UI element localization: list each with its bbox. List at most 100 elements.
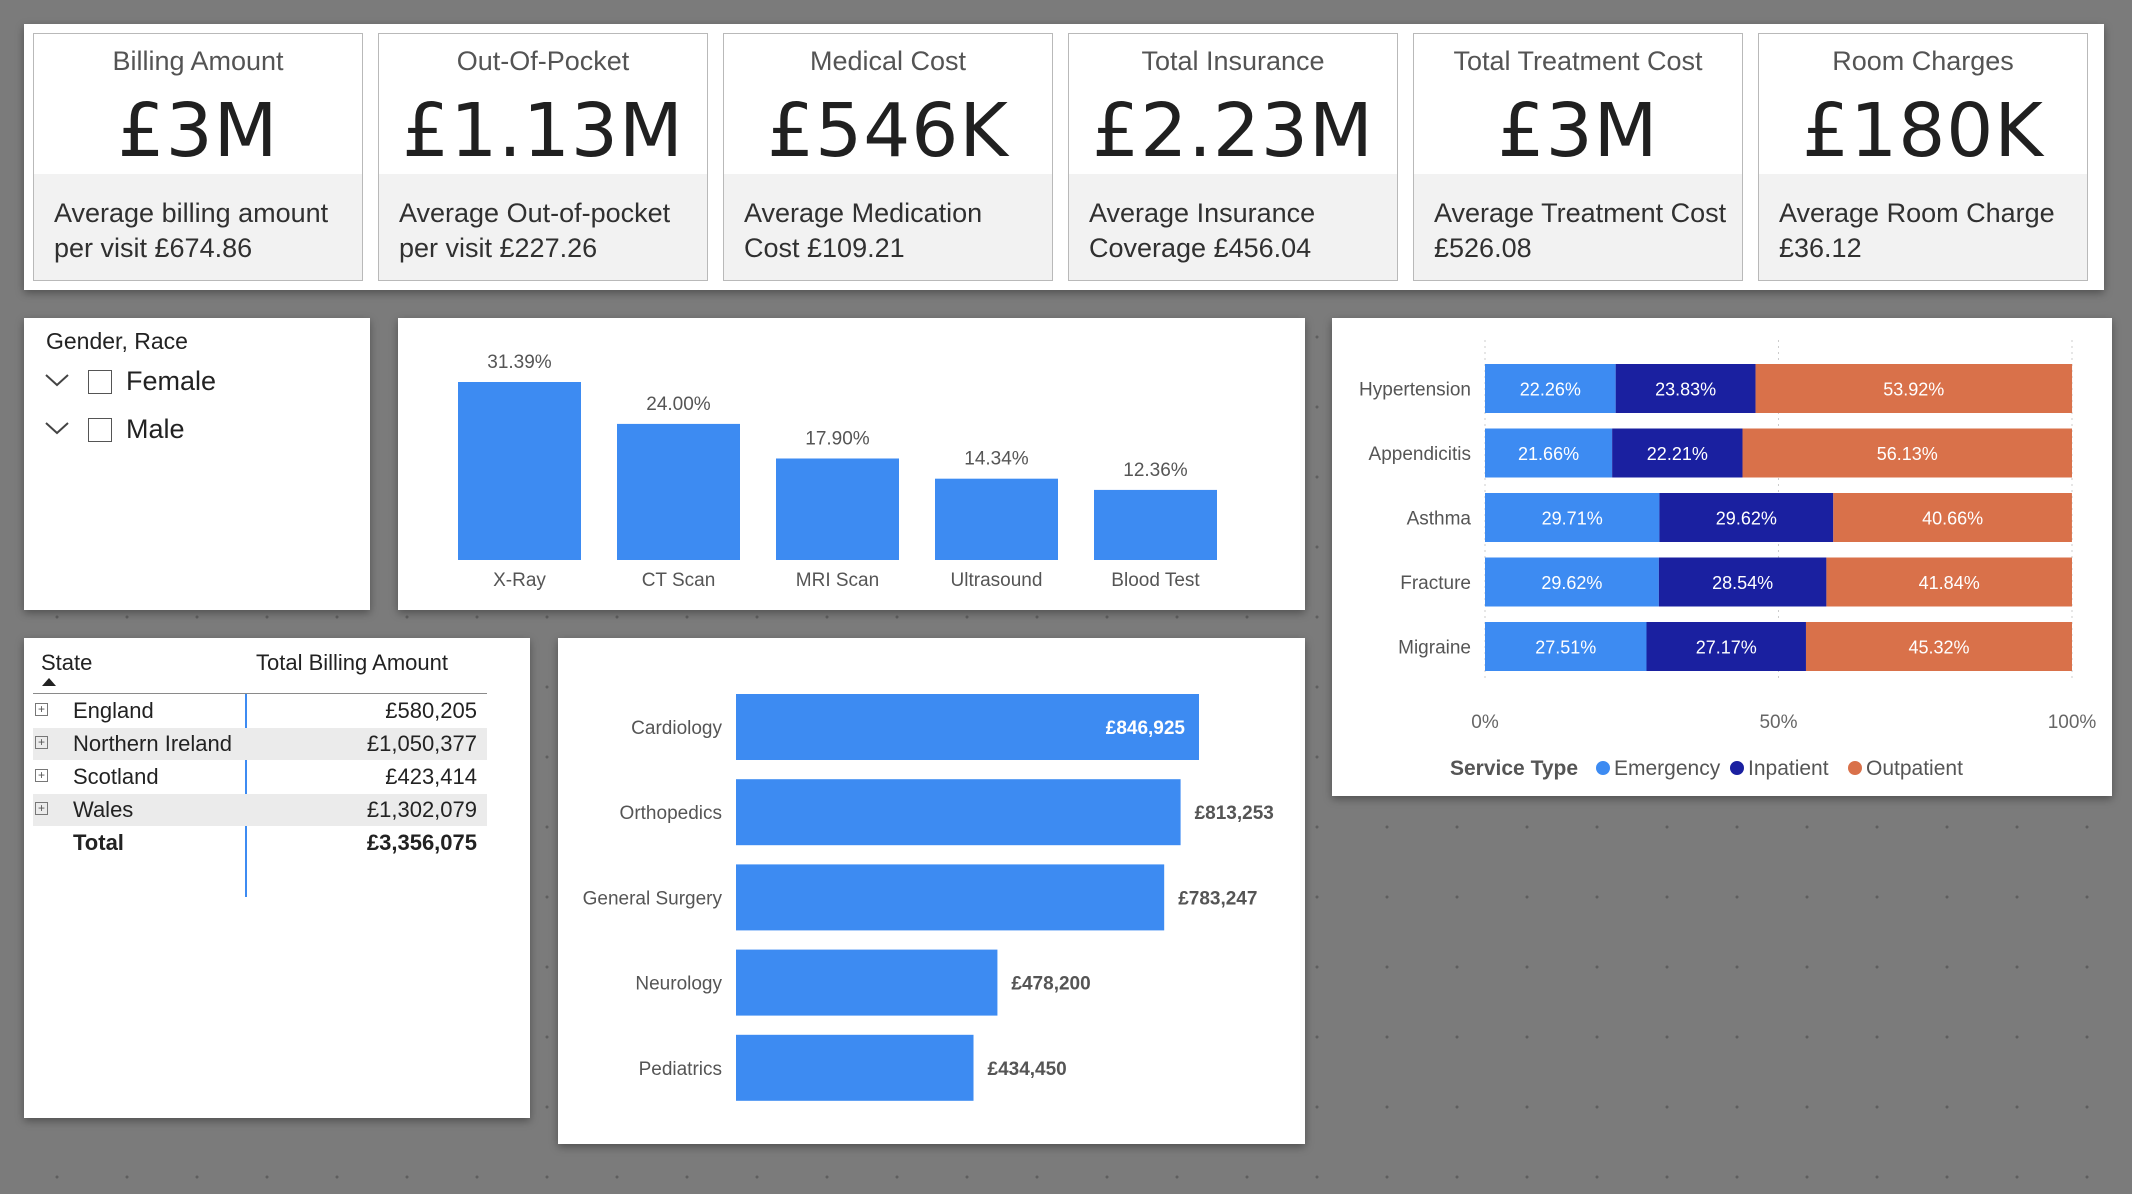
legend-marker — [1730, 761, 1744, 775]
table-total-row: Total £3,356,075 — [33, 827, 487, 859]
data-label: £813,253 — [1195, 803, 1274, 824]
data-label: 41.84% — [1919, 573, 1980, 593]
column-bar[interactable] — [935, 478, 1058, 560]
kpi-card-footer: Average Room Charge £36.12 — [1759, 174, 2087, 280]
data-label: 45.32% — [1908, 638, 1969, 658]
data-label: 53.92% — [1883, 380, 1944, 400]
kpi-card-medical-cost[interactable]: Medical Cost £546K Average Medication Co… — [723, 33, 1053, 281]
kpi-subtitle-line: per visit £227.26 — [399, 233, 598, 263]
data-label: 27.51% — [1535, 638, 1596, 658]
category-label: Asthma — [1407, 509, 1472, 530]
category-label: MRI Scan — [796, 570, 879, 591]
category-label: General Surgery — [583, 888, 723, 909]
kpi-card-footer: Average Out-of-pocket per visit £227.26 — [379, 174, 707, 280]
table-row[interactable]: + Northern Ireland £1,050,377 — [33, 728, 487, 760]
data-label: 22.21% — [1647, 444, 1708, 464]
kpi-card-footer: Average Insurance Coverage £456.04 — [1069, 174, 1397, 280]
table-row[interactable]: + England £580,205 — [33, 695, 487, 727]
data-label: 28.54% — [1712, 573, 1773, 593]
kpi-subtitle-line: Average Room Charge — [1779, 198, 2055, 228]
matrix-state-cell: Wales — [73, 797, 134, 822]
kpi-card-total-treatment-cost[interactable]: Total Treatment Cost £3M Average Treatme… — [1413, 33, 1743, 281]
category-label: Fracture — [1400, 573, 1471, 594]
expand-icon[interactable]: + — [35, 769, 48, 782]
data-label: 17.90% — [805, 428, 870, 449]
data-label: 27.17% — [1696, 638, 1757, 658]
sort-ascending-icon[interactable] — [41, 677, 57, 687]
table-row[interactable]: + Scotland £423,414 — [33, 761, 487, 793]
kpi-card-header: Room Charges £180K — [1759, 34, 2087, 175]
matrix-total-label: Total — [73, 830, 124, 855]
kpi-card-total-insurance[interactable]: Total Insurance £2.23M Average Insurance… — [1068, 33, 1398, 281]
column-bar[interactable] — [458, 382, 581, 560]
bar[interactable] — [736, 1034, 974, 1101]
category-label: Appendicitis — [1369, 444, 1471, 465]
bar[interactable] — [736, 949, 998, 1016]
matrix-amount-cell: £1,302,079 — [366, 797, 477, 822]
matrix-amount-cell: £423,414 — [385, 764, 477, 789]
matrix-header-amount[interactable]: Total Billing Amount — [256, 650, 448, 676]
data-label: £783,247 — [1178, 888, 1257, 909]
kpi-value: £3M — [117, 88, 279, 174]
table-row[interactable]: + Wales £1,302,079 — [33, 794, 487, 826]
kpi-card-footer: Average Treatment Cost £526.08 — [1414, 174, 1742, 280]
kpi-subtitle-line: Average Treatment Cost — [1434, 198, 1727, 228]
kpi-value: £546K — [767, 88, 1009, 174]
kpi-strip: Billing Amount £3M Average billing amoun… — [24, 24, 2104, 290]
kpi-card-header: Total Insurance £2.23M — [1069, 34, 1397, 175]
column-bar[interactable] — [617, 423, 740, 560]
department-billing-bar-chart[interactable]: Cardiology £846,925 Orthopedics £813,253 Gen… — [558, 638, 1305, 1144]
kpi-subtitle-line: £526.08 — [1434, 233, 1532, 263]
matrix-amount-cell: £1,050,377 — [366, 731, 477, 756]
data-label: 12.36% — [1123, 460, 1188, 481]
bar-chart-svg: Cardiology £846,925 Orthopedics £813,253 Gen… — [583, 694, 1274, 1101]
kpi-subtitle: Average billing amount per visit £674.86 — [54, 196, 352, 266]
checkbox[interactable] — [88, 370, 112, 394]
kpi-subtitle-line: Coverage £456.04 — [1089, 233, 1312, 263]
test-type-column-chart[interactable]: 31.39% X-Ray 24.00% CT Scan 17.90% MRI Scan 14… — [398, 318, 1305, 610]
kpi-subtitle-line: Average Insurance — [1089, 198, 1316, 228]
kpi-subtitle-line: Average Out-of-pocket — [399, 198, 671, 228]
kpi-subtitle: Average Treatment Cost £526.08 — [1434, 196, 1732, 266]
category-label: Pediatrics — [639, 1059, 722, 1080]
expand-icon[interactable]: + — [35, 802, 48, 815]
kpi-subtitle-line: per visit £674.86 — [54, 233, 253, 263]
kpi-subtitle: Average Medication Cost £109.21 — [744, 196, 1042, 266]
matrix-header-divider — [33, 693, 487, 694]
matrix-header-state[interactable]: State — [41, 650, 92, 676]
matrix-total-amount: £3,356,075 — [366, 830, 477, 855]
kpi-title: Total Insurance — [1141, 46, 1325, 76]
matrix-state-cell: Scotland — [73, 764, 159, 789]
data-label: 23.83% — [1655, 380, 1716, 400]
kpi-subtitle: Average Insurance Coverage £456.04 — [1089, 196, 1387, 266]
data-label: 24.00% — [646, 394, 711, 415]
column-bar[interactable] — [776, 458, 899, 560]
kpi-card-room-charges[interactable]: Room Charges £180K Average Room Charge £… — [1758, 33, 2088, 281]
expand-icon[interactable]: + — [35, 736, 48, 749]
data-label: £434,450 — [988, 1059, 1067, 1080]
checkbox[interactable] — [88, 418, 112, 442]
chevron-down-icon[interactable] — [44, 370, 70, 390]
kpi-title: Total Treatment Cost — [1453, 46, 1703, 76]
kpi-title: Medical Cost — [809, 46, 967, 76]
data-label: 21.66% — [1518, 444, 1579, 464]
expand-icon[interactable]: + — [35, 703, 48, 716]
kpi-value: £2.23M — [1092, 88, 1374, 174]
kpi-value: £1.13M — [402, 88, 684, 174]
data-label: 31.39% — [487, 352, 552, 373]
legend-title: Service Type — [1450, 757, 1578, 780]
column-bar[interactable] — [1094, 489, 1217, 560]
kpi-subtitle: Average Room Charge £36.12 — [1779, 196, 2077, 266]
kpi-subtitle-line: Average Medication — [744, 198, 983, 228]
kpi-card-out-of-pocket[interactable]: Out-Of-Pocket £1.13M Average Out-of-pock… — [378, 33, 708, 281]
column-chart-svg: 31.39% X-Ray 24.00% CT Scan 17.90% MRI Scan 14… — [458, 352, 1217, 591]
bar[interactable] — [736, 864, 1165, 931]
service-type-stacked-bar-chart[interactable]: 0% 50% 100% Hypertension 22.26% 23.83% 53.92% A… — [1332, 318, 2112, 796]
bar[interactable] — [736, 779, 1181, 846]
kpi-subtitle-line: Average billing amount — [54, 198, 329, 228]
stacked-bar-chart-svg: 0% 50% 100% Hypertension 22.26% 23.83% 53.92% A… — [1359, 340, 2096, 780]
kpi-card-billing-amount[interactable]: Billing Amount £3M Average billing amoun… — [33, 33, 363, 281]
kpi-card-header: Billing Amount £3M — [34, 34, 362, 175]
kpi-subtitle-line: Cost £109.21 — [744, 233, 905, 263]
chevron-down-icon[interactable] — [44, 418, 70, 438]
